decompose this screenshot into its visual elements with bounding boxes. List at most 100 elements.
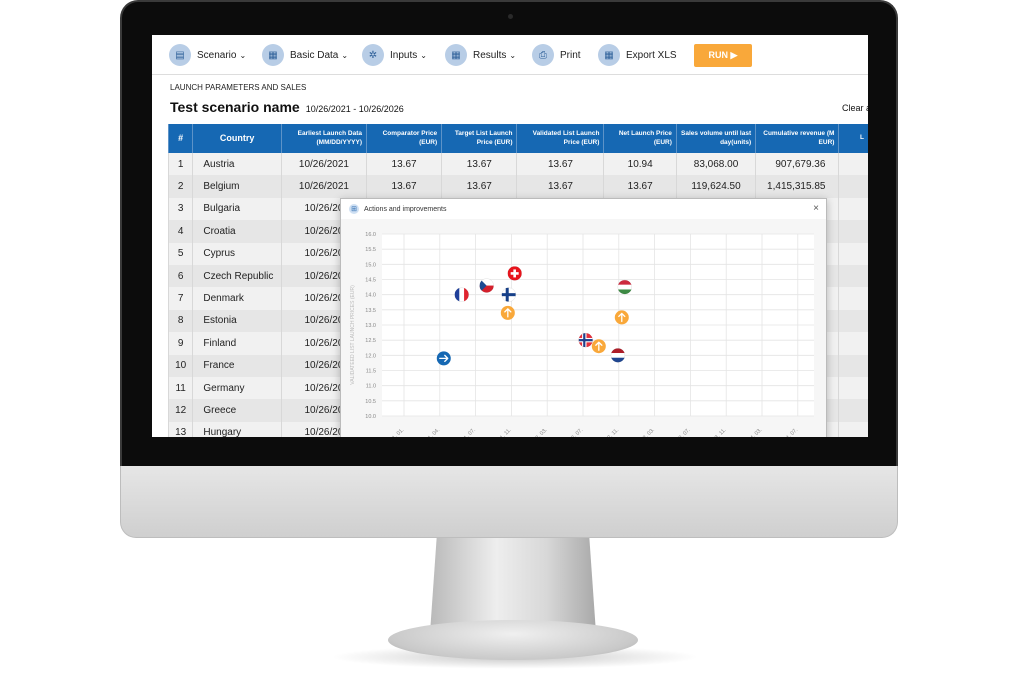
chevron-down-icon: ⌄ xyxy=(420,50,427,60)
monitor-chin xyxy=(120,466,898,538)
arrow-up-icon xyxy=(614,310,629,325)
table-cell xyxy=(838,197,868,221)
table-cell: 9 xyxy=(167,332,193,355)
column-header[interactable]: L xyxy=(838,124,868,153)
print-button[interactable]: ⎙ Print xyxy=(532,44,581,66)
chevron-down-icon: ⌄ xyxy=(341,50,349,60)
table-cell: 1,415,315.85 xyxy=(755,175,839,198)
table-row[interactable]: 2 Belgium 10/26/2021 13.67 13.67 13.67 13.67 11… xyxy=(167,175,868,198)
column-header[interactable]: Earliest Launch Data (MM/DD/YYYY) xyxy=(280,124,367,153)
x-tick-label: 23. 03. xyxy=(640,427,656,437)
table-cell xyxy=(838,421,868,437)
x-tick-label: 22. 07. xyxy=(568,427,584,437)
table-cell: 13.67 xyxy=(516,175,604,198)
column-header[interactable]: Validated List Launch Price (EUR) xyxy=(516,124,604,153)
table-cell: 13.67 xyxy=(365,175,442,198)
table-cell: Croatia xyxy=(192,220,282,243)
table-cell: 907,679.36 xyxy=(755,153,839,176)
flag-part xyxy=(610,353,625,358)
column-header[interactable]: Cumulative revenue (M EUR) xyxy=(755,124,839,153)
table-cell: Belgium xyxy=(192,175,282,198)
column-header[interactable]: Target List Launch Price (EUR) xyxy=(441,124,517,153)
flag-part xyxy=(617,284,632,290)
y-tick-label: 15.5 xyxy=(365,247,376,253)
table-cell: Germany xyxy=(192,376,282,400)
arrow-right-icon xyxy=(436,351,451,366)
table-cell: 13 xyxy=(167,421,193,437)
table-cell: 4 xyxy=(167,220,193,243)
y-tick-label: 15.0 xyxy=(365,262,376,268)
close-icon[interactable]: × xyxy=(813,203,819,214)
section-label: LAUNCH PARAMETERS AND SALES xyxy=(170,83,307,92)
table-cell: 13.67 xyxy=(441,153,517,176)
scenario-menu[interactable]: ▤ Scenario ⌄ xyxy=(169,44,246,66)
flag-part xyxy=(583,333,586,348)
table-cell: 10/26/2021 xyxy=(280,175,367,198)
chevron-down-icon: ⌄ xyxy=(509,50,517,60)
column-header[interactable]: Sales volume until last day(units) xyxy=(675,124,756,153)
column-header[interactable]: Net Launch Price (EUR) xyxy=(603,124,677,153)
table-cell: 7 xyxy=(167,287,193,310)
scenario-title: Test scenario name xyxy=(170,99,300,115)
y-tick-label: 14.5 xyxy=(365,278,376,284)
table-cell: Cyprus xyxy=(192,242,282,265)
flag-czech-republic-marker xyxy=(479,278,494,293)
table-cell xyxy=(838,242,868,265)
flag-netherlands-marker xyxy=(610,348,626,363)
table-cell: 13.67 xyxy=(603,175,677,198)
table-cell: Finland xyxy=(192,332,282,355)
flag-finland-marker xyxy=(501,287,516,302)
table-cell: 13.67 xyxy=(516,153,604,176)
basic-data-label: Basic Data xyxy=(290,49,339,61)
table-cell: 13.67 xyxy=(441,175,517,198)
arrow-up-icon xyxy=(591,339,606,354)
archive-icon: ▤ xyxy=(169,44,191,66)
monitor-foot xyxy=(388,620,638,660)
inputs-label: Inputs xyxy=(390,49,418,61)
x-tick-label: 22. 11. xyxy=(604,427,620,437)
flag-part xyxy=(459,287,465,302)
x-tick-label: 21. 01. xyxy=(389,427,405,437)
x-tick-label: 21. 04. xyxy=(425,427,441,437)
table-cell: 11 xyxy=(167,376,193,400)
y-tick-label: 11.0 xyxy=(366,384,376,390)
actions-popup: 10.0 10.5 11.0 11.5 12.0 12.5 13.0 13.5 14.0 14.5… xyxy=(340,198,827,437)
popup-title: Actions and improvements xyxy=(364,205,447,213)
table-cell: 1 xyxy=(167,153,193,176)
table-cell xyxy=(838,309,868,333)
table-cell xyxy=(838,376,868,400)
table-row[interactable]: 1 Austria 10/26/2021 13.67 13.67 13.67 10.94 83… xyxy=(167,153,868,176)
table-cell: Bulgaria xyxy=(192,197,282,221)
table-cell xyxy=(838,175,868,198)
basic-data-menu[interactable]: ▦ Basic Data ⌄ xyxy=(262,44,348,66)
y-tick-label: 13.5 xyxy=(365,308,376,314)
document-icon: ▦ xyxy=(445,44,467,66)
table-cell: 10.94 xyxy=(603,153,677,176)
results-menu[interactable]: ▦ Results ⌄ xyxy=(445,44,516,66)
flag-part xyxy=(578,339,593,342)
run-button[interactable]: RUN ▶ xyxy=(694,44,752,67)
table-cell: Czech Republic xyxy=(192,264,282,288)
export-xls-button[interactable]: ▦ Export XLS xyxy=(598,44,677,66)
table-cell xyxy=(838,153,868,176)
x-tick-label: 23. 11. xyxy=(712,427,728,437)
table-cell: 8 xyxy=(167,309,193,333)
clear-all-link[interactable]: Clear a xyxy=(842,103,868,113)
printer-icon: ⎙ xyxy=(532,44,554,66)
column-header[interactable]: Country xyxy=(192,124,282,153)
popup-header: ⊞ Actions and improvements × xyxy=(341,199,826,219)
inputs-menu[interactable]: ✲ Inputs ⌄ xyxy=(362,44,427,66)
table-cell xyxy=(838,399,868,422)
table-cell: 13.67 xyxy=(365,153,442,176)
table-cell: 10 xyxy=(167,354,193,377)
column-header[interactable]: # xyxy=(167,124,193,153)
y-tick-label: 14.0 xyxy=(365,293,376,299)
table-cell: 10/26/2021 xyxy=(280,153,367,176)
column-header[interactable]: Comparator Price (EUR) xyxy=(365,124,442,153)
y-axis-label: VALIDATEED LIST LAUNCH PRICES (EUR) xyxy=(350,285,356,385)
table-cell: 3 xyxy=(167,197,193,221)
table-cell: Hungary xyxy=(192,421,282,437)
table-cell: Greece xyxy=(192,399,282,422)
x-tick-label: 21. 07. xyxy=(461,427,477,437)
flag-switzerland-marker xyxy=(507,266,522,281)
